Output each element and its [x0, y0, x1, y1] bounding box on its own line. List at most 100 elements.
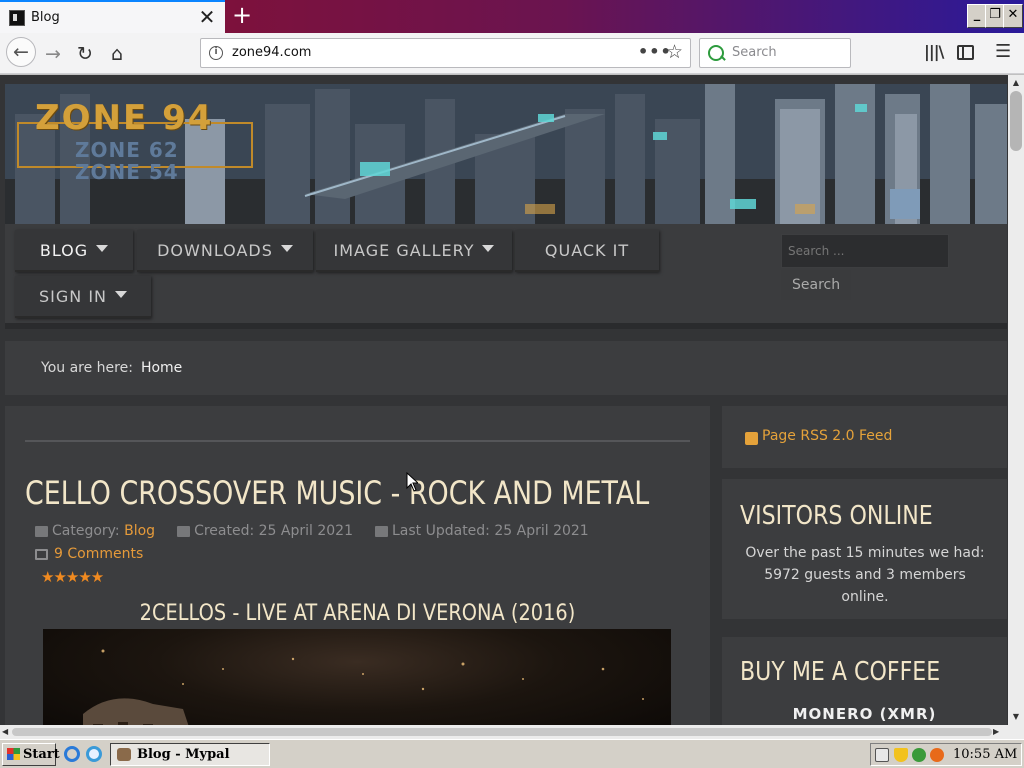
video-thumbnail	[83, 649, 644, 725]
start-label: Start	[23, 747, 60, 762]
comments-count[interactable]: 9 Comments	[54, 546, 143, 562]
logo-subtitle-2: ZONE 54	[75, 160, 179, 184]
breadcrumb: You are here: Home	[5, 341, 1007, 395]
keyboard-icon[interactable]	[875, 748, 889, 762]
minimize-button[interactable]: _	[967, 4, 987, 28]
horizontal-scroll-thumb[interactable]	[12, 728, 992, 736]
site-search-button[interactable]: Search	[781, 270, 851, 300]
caret-down-icon	[280, 244, 293, 252]
reload-button[interactable]: ↻	[72, 41, 98, 67]
bookmark-star-icon[interactable]: ☆	[666, 41, 683, 63]
window-close-button[interactable]: ✕	[1003, 4, 1023, 28]
browser-search-field[interactable]: Search	[699, 38, 851, 68]
security-shield-icon[interactable]	[894, 748, 908, 762]
site-search-input[interactable]	[781, 234, 949, 268]
taskbar-app-mypal[interactable]: Blog - Mypal	[110, 743, 270, 766]
article-title[interactable]: CELLO CROSSOVER MUSIC - ROCK AND METAL	[25, 474, 649, 512]
scroll-left-icon[interactable]: ◀	[2, 725, 8, 739]
library-icon[interactable]: |||\	[924, 42, 944, 61]
comment-icon	[35, 548, 48, 560]
site-favicon-icon	[9, 9, 25, 26]
menu-item-sign-in[interactable]: SIGN IN	[15, 276, 151, 318]
updated-date: Last Updated: 25 April 2021	[374, 523, 589, 539]
menu-item-blog[interactable]: BLOG	[15, 230, 133, 272]
breadcrumb-home: Home	[140, 360, 183, 376]
scroll-up-icon[interactable]: ▲	[1008, 75, 1024, 91]
taskbar: Start Blog - Mypal 10:55 AM	[0, 739, 1024, 768]
new-tab-button[interactable]: +	[230, 3, 254, 29]
calendar-icon	[374, 525, 388, 537]
site-info-icon[interactable]: i	[209, 46, 223, 60]
clock[interactable]: 10:55 AM	[953, 747, 1017, 762]
page-viewport: ZONE 94 ZONE 62 ZONE 54 BLOG DOWNLOADS I…	[0, 75, 1008, 725]
browser-search-placeholder: Search	[732, 45, 777, 60]
video-title: 2CELLOS - LIVE AT ARENA DI VERONA (2016)	[139, 601, 576, 626]
horizontal-scrollbar[interactable]: ◀ ▶	[0, 725, 1008, 739]
divider	[25, 440, 690, 442]
menu-item-downloads[interactable]: DOWNLOADS	[137, 230, 313, 272]
tab-blog[interactable]: Blog ✕	[0, 0, 225, 33]
close-tab-icon[interactable]: ✕	[197, 7, 217, 28]
category-link[interactable]: Blog	[124, 523, 155, 539]
menu-item-label: DOWNLOADS	[157, 240, 273, 260]
site-banner[interactable]: ZONE 94 ZONE 62 ZONE 54	[5, 84, 1007, 224]
caret-down-icon	[96, 244, 109, 252]
folder-icon	[35, 525, 48, 537]
back-button[interactable]: ←	[6, 37, 36, 67]
article-panel: CELLO CROSSOVER MUSIC - ROCK AND METAL C…	[5, 406, 710, 725]
logo-subtitle-1: ZONE 62	[75, 138, 179, 162]
caret-down-icon	[115, 290, 127, 298]
mypal-icon	[117, 748, 131, 761]
internet-explorer-icon[interactable]	[64, 746, 80, 762]
scroll-down-icon[interactable]: ▼	[1008, 709, 1024, 725]
menu-item-label: IMAGE GALLERY	[333, 240, 475, 260]
windows-logo-icon	[7, 748, 20, 760]
rss-feed-link[interactable]: Page RSS 2.0 Feed	[762, 428, 892, 444]
menu-item-image-gallery[interactable]: IMAGE GALLERY	[316, 230, 512, 272]
home-button[interactable]: ⌂	[104, 41, 130, 67]
menu-item-label: QUACK IT	[544, 240, 630, 260]
search-engine-icon[interactable]	[708, 45, 724, 61]
category-label: Category:	[52, 523, 120, 539]
browser-quicklaunch-icon[interactable]	[86, 746, 102, 762]
visitors-title: VISITORS ONLINE	[740, 501, 933, 531]
network-icon[interactable]	[912, 748, 926, 762]
tab-title: Blog	[31, 10, 60, 25]
created-date: Created: 25 April 2021	[177, 523, 353, 539]
mouse-cursor-icon	[406, 472, 418, 492]
start-button[interactable]: Start	[2, 743, 60, 766]
main-menu: BLOG DOWNLOADS IMAGE GALLERY QUACK IT SI…	[5, 224, 1007, 329]
created-text: Created: 25 April 2021	[194, 523, 353, 539]
scrollbar-corner	[1008, 725, 1024, 739]
monero-label: MONERO (XMR)	[792, 705, 937, 723]
taskbar-app-label: Blog - Mypal	[137, 747, 230, 762]
video-player[interactable]	[43, 629, 671, 725]
menu-item-quack-it[interactable]: QUACK IT	[515, 230, 659, 272]
rss-icon	[745, 432, 758, 445]
visitors-text: Over the past 15 minutes we had: 5972 gu…	[745, 545, 985, 605]
breadcrumb-prefix: You are here:	[41, 360, 133, 376]
navigation-toolbar: ← → ↻ ⌂ i zone94.com ••• ☆ Search |||\ ☰	[0, 33, 1024, 74]
search-tray-icon[interactable]	[930, 748, 944, 762]
maximize-button[interactable]: ❐	[985, 4, 1005, 28]
tab-strip: Blog ✕ + _ ❐ ✕	[0, 0, 1024, 33]
system-tray: 10:55 AM	[870, 743, 1022, 766]
comments-link[interactable]: 9 Comments	[35, 546, 143, 562]
star-rating[interactable]: ★★★★★	[41, 568, 104, 586]
caret-down-icon	[482, 244, 495, 252]
hamburger-menu-icon[interactable]: ☰	[995, 41, 1011, 62]
address-bar[interactable]: i zone94.com ••• ☆	[200, 38, 691, 68]
sidebar-toggle-icon[interactable]	[957, 45, 974, 60]
rss-panel: Page RSS 2.0 Feed	[722, 406, 1007, 468]
vertical-scrollbar[interactable]: ▲ ▼	[1008, 75, 1024, 725]
article-meta: Category: Blog Created: 25 April 2021 La…	[35, 523, 589, 539]
menu-item-label: SIGN IN	[38, 286, 107, 306]
scroll-right-icon[interactable]: ▶	[993, 725, 999, 739]
coffee-panel: BUY ME A COFFEE MONERO (XMR)	[722, 637, 1007, 725]
site-logo[interactable]: ZONE 94	[35, 98, 213, 138]
url-text[interactable]: zone94.com	[232, 45, 311, 60]
vertical-scroll-thumb[interactable]	[1010, 91, 1022, 151]
forward-button[interactable]: →	[40, 41, 66, 67]
updated-text: Last Updated: 25 April 2021	[391, 523, 589, 539]
calendar-icon	[177, 525, 191, 537]
